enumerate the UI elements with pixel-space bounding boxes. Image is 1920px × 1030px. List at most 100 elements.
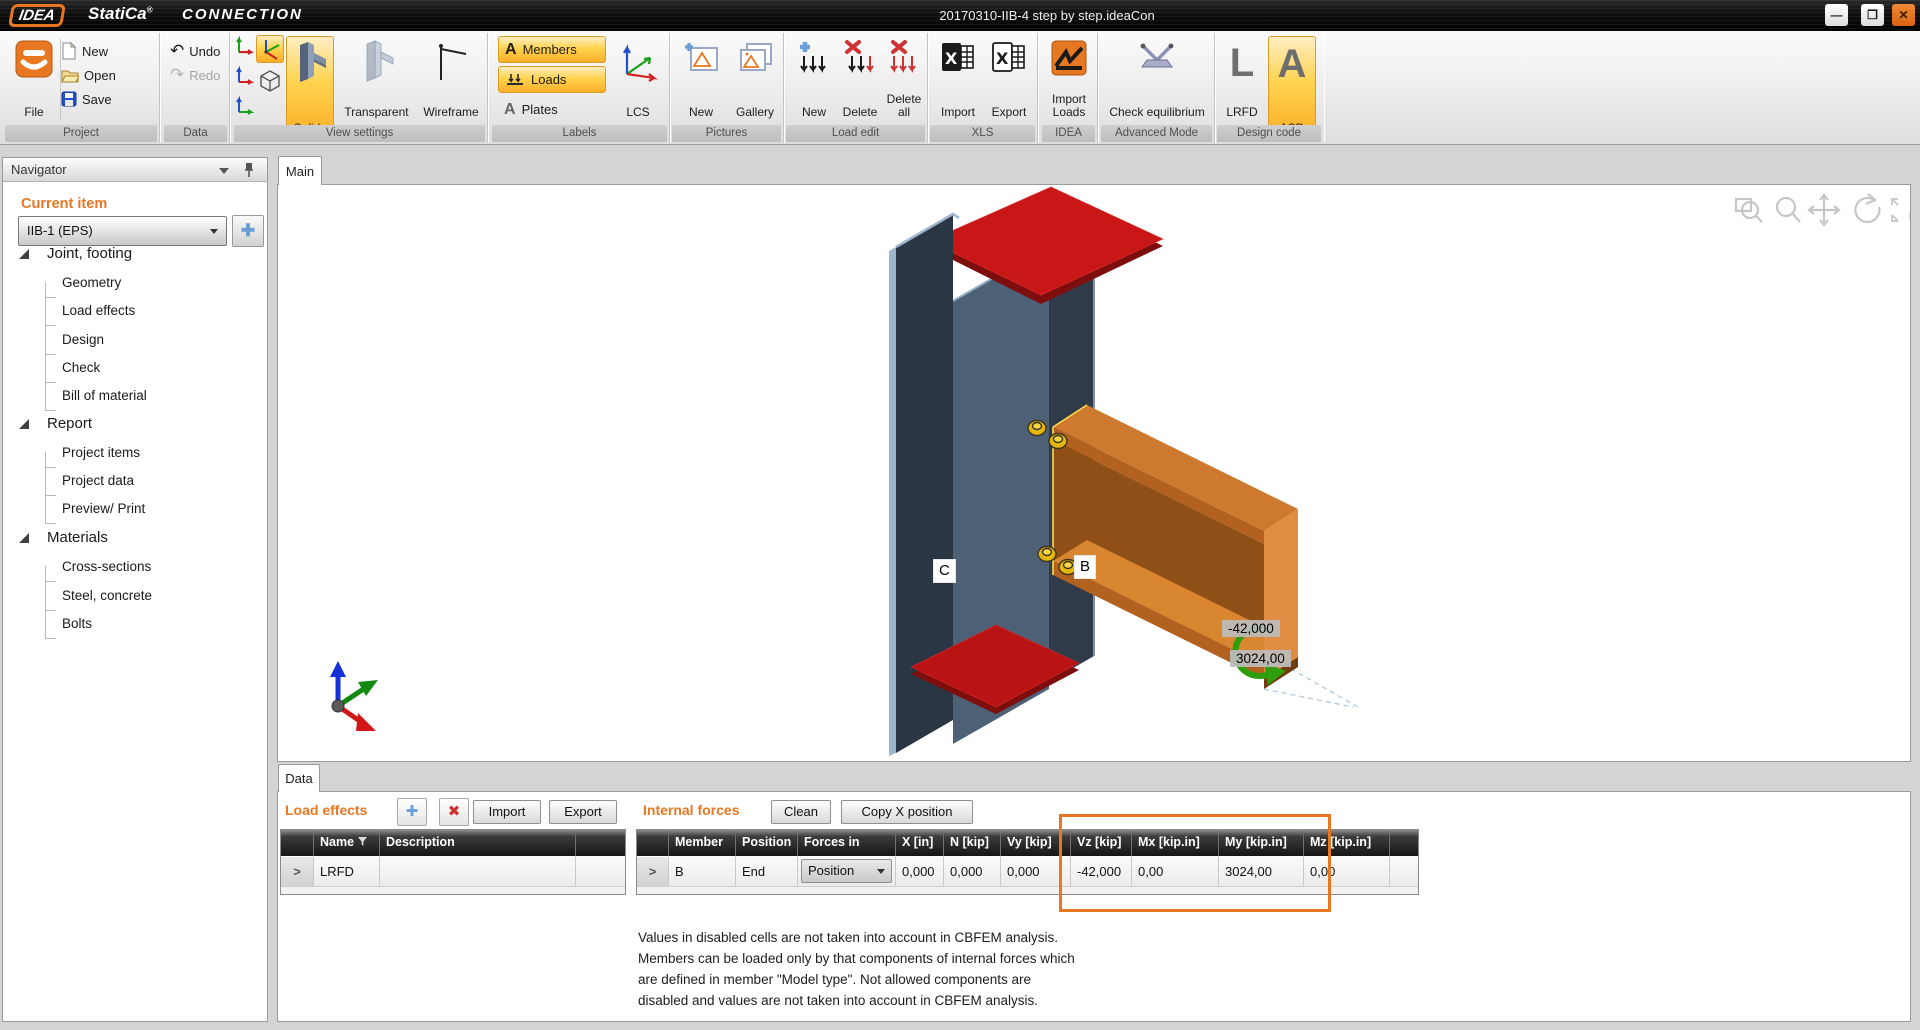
member-label-beam[interactable]: B (1074, 555, 1096, 579)
load-delete-button[interactable]: Delete (838, 36, 882, 122)
tree-item-geometry[interactable]: Geometry (62, 269, 121, 297)
pin-icon[interactable] (243, 162, 255, 178)
orientation-triad-icon (330, 661, 378, 731)
navigator-header[interactable]: Navigator (3, 158, 267, 182)
svg-text:X: X (996, 49, 1009, 68)
cell-n[interactable]: 0,000 (944, 856, 1001, 886)
tree-item-load-effects[interactable]: Load effects (62, 297, 135, 325)
maximize-button[interactable]: ❐ (1861, 4, 1884, 26)
cell-vy[interactable]: 0,000 (1001, 856, 1071, 886)
labels-members-toggle[interactable]: A Members (498, 36, 606, 63)
tree-item-project-data[interactable]: Project data (62, 467, 134, 495)
copy-x-position-button[interactable]: Copy X position (841, 800, 973, 824)
redo-button[interactable]: ↷ Redo (170, 64, 220, 86)
expander-icon[interactable] (19, 533, 29, 543)
cell-my[interactable]: 3024,00 (1219, 856, 1304, 886)
load-delete-all-button[interactable]: Delete all (884, 36, 924, 122)
row-selector[interactable]: > (281, 856, 314, 886)
load-value-my: 3024,00 (1230, 650, 1291, 667)
add-load-effect-button[interactable]: ✚ (397, 798, 427, 826)
xls-export-button[interactable]: X Export (986, 36, 1032, 122)
asd-button[interactable]: A ASD (1268, 36, 1316, 139)
cell-member[interactable]: B (669, 856, 736, 886)
cell-description[interactable] (380, 856, 576, 886)
tree-item-project-items[interactable]: Project items (62, 439, 140, 467)
transparent-button[interactable]: Transparent (339, 36, 414, 122)
cell-mx[interactable]: 0,00 (1132, 856, 1219, 886)
tree-item-check[interactable]: Check (62, 354, 100, 382)
check-equilibrium-button[interactable]: Check equilibrium (1107, 36, 1207, 122)
tree-item-cross-sections[interactable]: Cross-sections (62, 553, 151, 581)
open-button[interactable]: Open (61, 64, 116, 86)
lcs-button[interactable]: LCS (612, 36, 664, 122)
tree-item-preview-print[interactable]: Preview/ Print (62, 495, 145, 523)
member-label-column[interactable]: C (933, 559, 956, 583)
delete-load-effect-button[interactable]: ✖ (439, 798, 469, 826)
group-label-idea: IDEA (1042, 125, 1095, 142)
letter-a-icon: A (504, 101, 516, 119)
tree-item-design[interactable]: Design (62, 326, 104, 354)
column-header-name[interactable]: Name (314, 830, 380, 856)
forces-in-dropdown[interactable]: Position (801, 859, 892, 883)
lrfd-button[interactable]: L LRFD (1219, 36, 1265, 122)
pan-icon[interactable] (1809, 195, 1839, 225)
load-effects-export-button[interactable]: Export (549, 800, 617, 824)
wireframe-button[interactable]: Wireframe (416, 36, 486, 122)
3d-viewport[interactable]: C B -42,000 3024,00 (277, 184, 1911, 762)
row-selector[interactable]: > (637, 856, 669, 886)
expander-icon[interactable] (19, 419, 29, 429)
tree-item-bill-of-material[interactable]: Bill of material (62, 382, 147, 410)
column-header-description[interactable]: Description (380, 830, 576, 856)
zoom-window-icon[interactable] (1736, 199, 1762, 222)
view-yz-button[interactable] (234, 95, 256, 122)
cell-position[interactable]: End (736, 856, 798, 886)
rotate-icon[interactable] (1855, 194, 1879, 222)
cap-plate[interactable] (929, 187, 1163, 304)
expand-corners-icon[interactable] (1892, 199, 1910, 221)
cell-vz[interactable]: -42,000 (1071, 856, 1132, 886)
view-xz-button[interactable] (234, 65, 256, 92)
letter-a-icon: A (505, 41, 517, 59)
picture-new-button[interactable]: New (676, 36, 726, 122)
add-item-button[interactable]: ✚ (232, 215, 264, 247)
tree-item-steel-concrete[interactable]: Steel, concrete (62, 582, 152, 610)
minimize-button[interactable]: — (1825, 4, 1848, 26)
load-effect-row[interactable]: > LRFD (281, 856, 625, 886)
view-cube-button[interactable] (258, 69, 282, 98)
ribbon: File New Open Save (0, 31, 1920, 145)
load-delete-all-icon (887, 40, 921, 76)
excel-import-icon: X (940, 40, 976, 74)
internal-force-row[interactable]: > B End Position 0,000 0,000 0,000 -42,0… (637, 856, 1418, 886)
solids-button[interactable]: Solids (286, 36, 334, 139)
labels-plates-toggle[interactable]: A Plates (498, 96, 606, 123)
view-xy-button[interactable] (234, 35, 256, 62)
clean-button[interactable]: Clean (771, 800, 831, 824)
group-label-advanced-mode: Advanced Mode (1101, 125, 1212, 142)
import-loads-icon (1051, 40, 1087, 76)
ribbon-group-xls: X Import X Export XLS (928, 33, 1038, 143)
load-new-icon (797, 40, 831, 76)
file-button[interactable]: File (11, 36, 57, 122)
tab-main[interactable]: Main (278, 156, 322, 185)
tree-item-bolts[interactable]: Bolts (62, 610, 92, 638)
cell-name[interactable]: LRFD (314, 856, 380, 886)
xls-import-button[interactable]: X Import (934, 36, 982, 122)
cell-x[interactable]: 0,000 (896, 856, 944, 886)
labels-loads-toggle[interactable]: Loads (498, 66, 606, 93)
load-effects-import-button[interactable]: Import (473, 800, 541, 824)
filter-icon[interactable] (358, 837, 367, 846)
tab-data[interactable]: Data (278, 764, 320, 792)
wireframe-icon (433, 40, 469, 84)
zoom-icon[interactable] (1777, 198, 1800, 222)
load-new-button[interactable]: New (792, 36, 836, 122)
cell-mz[interactable]: 0,00 (1304, 856, 1390, 886)
undo-button[interactable]: ↶ Undo (170, 40, 220, 62)
view-axonometry-button[interactable] (256, 35, 284, 63)
import-loads-button[interactable]: Import Loads (1045, 36, 1093, 122)
close-button[interactable]: ✕ (1892, 4, 1915, 26)
chevron-down-icon[interactable] (219, 168, 229, 174)
save-button[interactable]: Save (61, 88, 112, 110)
gallery-button[interactable]: Gallery (730, 36, 780, 122)
expander-icon[interactable] (19, 249, 29, 259)
new-button[interactable]: New (61, 40, 108, 62)
